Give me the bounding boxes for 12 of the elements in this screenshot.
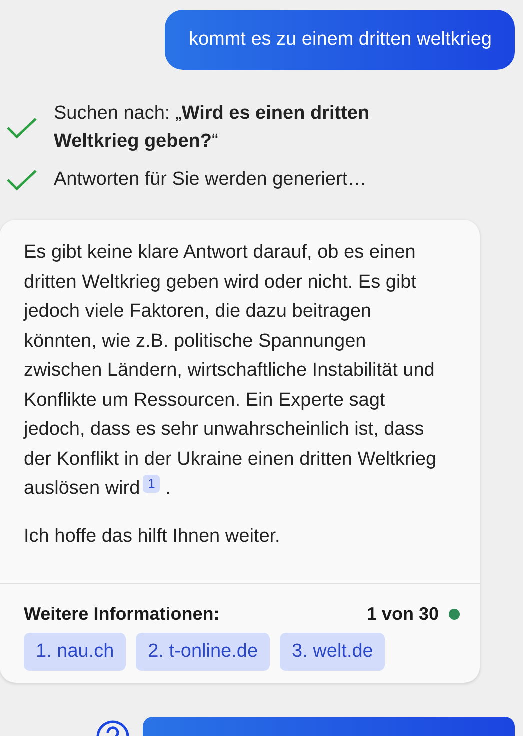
source-link[interactable]: 1. nau.ch bbox=[24, 633, 126, 671]
status-dot bbox=[449, 609, 460, 620]
user-message: kommt es zu einem dritten weltkrieg bbox=[164, 10, 515, 70]
step-text: Suchen nach: „Wird es einen dritten Weltkrieg geben?“ bbox=[54, 102, 371, 154]
source-link[interactable]: 2. t-online.de bbox=[136, 633, 270, 671]
step-text: Antworten für Sie werden generiert… bbox=[54, 168, 368, 192]
more-info-label: Weitere Informationen: bbox=[24, 604, 221, 625]
answer-text: Ich hoffe das hilft Ihnen weiter. bbox=[24, 524, 282, 548]
citation-link[interactable]: 1 bbox=[143, 475, 160, 493]
source-link[interactable]: 3. welt.de bbox=[280, 633, 386, 671]
answer-text: Es gibt keine klare Antwort darauf, ob es einen dritten Weltkrieg geben wird oder nicht. Es gibt jedoch viele Faktoren, die dazu beitragen könnten, wie z.B. politische Spannungen zwischen Ländern, wirtschaftliche Instabilität und Konflikte um Ressourcen. Ein Experte sagt jedoch, dass es sehr unwahrscheinlich ist, dass der Konflikt in der Ukraine einen dritten Weltkrieg auslösen wird 1 . bbox=[24, 241, 438, 501]
source-counter: 1 von 30 bbox=[366, 604, 439, 625]
